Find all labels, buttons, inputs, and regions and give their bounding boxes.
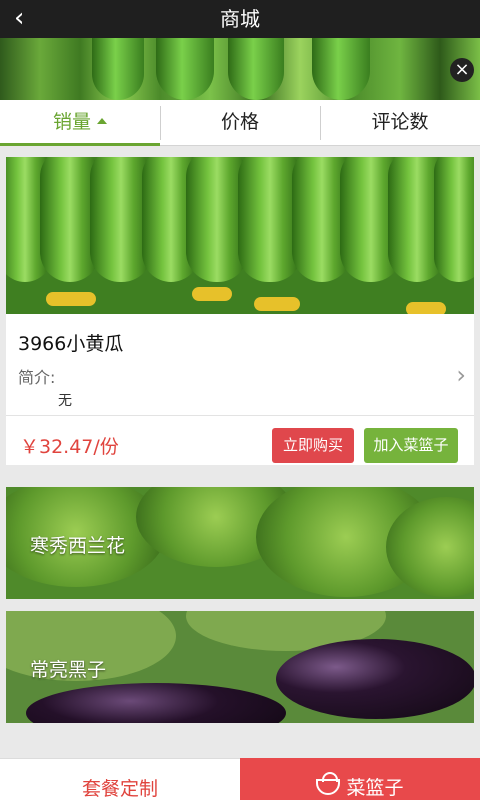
banner-pepper (92, 38, 144, 100)
app-header: ‹ 商城 (0, 0, 480, 38)
divider (6, 415, 474, 416)
page-title: 商城 (220, 7, 260, 31)
close-icon[interactable]: × (450, 58, 474, 82)
product-item-label: 寒秀西兰花 (30, 535, 126, 557)
product-name: 3966小黄瓜 (18, 333, 124, 355)
product-item-broccoli[interactable]: 寒秀西兰花 (6, 487, 474, 599)
basket-button[interactable]: 菜篮子 (240, 758, 480, 800)
tab-reviews[interactable]: 评论数 (320, 100, 480, 146)
product-item-eggplant[interactable]: 常亮黑子 (6, 611, 474, 723)
tab-sales[interactable]: 销量 (0, 100, 160, 146)
intro-text: 无 (58, 393, 72, 409)
sort-tabs: 销量 价格 评论数 (0, 100, 480, 146)
tab-label: 价格 (220, 111, 259, 133)
banner-pepper (156, 38, 214, 100)
banner-pepper (228, 38, 284, 100)
chevron-right-icon[interactable]: › (456, 361, 466, 389)
intro-label: 简介: (18, 368, 56, 387)
tab-price[interactable]: 价格 (160, 100, 320, 146)
banner-pepper (312, 38, 370, 100)
basket-icon (316, 771, 341, 795)
tab-label: 销量 (52, 111, 91, 133)
caret-up-icon (97, 118, 107, 124)
product-price: ￥32.47/份 (20, 436, 119, 458)
package-customize-button[interactable]: 套餐定制 (0, 758, 240, 800)
promo-banner[interactable]: × (0, 38, 480, 100)
product-card[interactable]: 3966小黄瓜 简介: 无 › ￥32.47/份 立即购买 加入菜篮子 (6, 157, 474, 465)
bottom-left-label: 套餐定制 (81, 778, 158, 800)
add-to-basket-button[interactable]: 加入菜篮子 (364, 428, 458, 463)
bottom-right-label: 菜篮子 (346, 777, 404, 799)
product-item-label: 常亮黑子 (30, 659, 107, 681)
buy-now-button[interactable]: 立即购买 (272, 428, 354, 463)
tab-label: 评论数 (371, 111, 429, 133)
product-image (6, 157, 474, 314)
bottom-bar: 套餐定制 菜篮子 (0, 758, 480, 800)
